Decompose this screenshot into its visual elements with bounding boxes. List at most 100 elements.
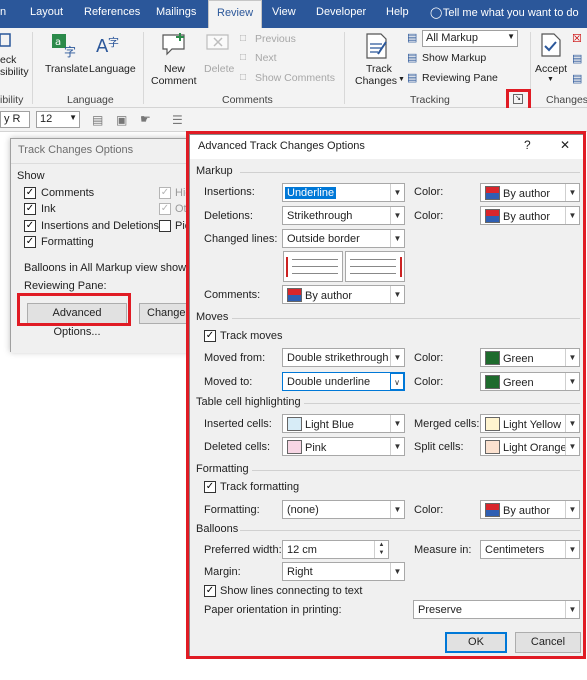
reviewing-pane-button[interactable]: Reviewing Pane (422, 72, 498, 84)
inserted-cells-dropdown[interactable]: Light Blue ▼ (282, 414, 405, 433)
other-checkbox[interactable]: ✓ (159, 203, 171, 215)
changed-lines-dropdown[interactable]: Outside border ▼ (282, 229, 405, 248)
help-button[interactable]: ? (524, 138, 531, 152)
changed-lines-preview-left (283, 251, 343, 282)
close-icon[interactable]: ✕ (560, 138, 570, 152)
chevron-down-icon: ▼ (565, 207, 579, 224)
comments-color-label: Comments: (204, 289, 261, 301)
preferred-width-spinner[interactable]: 12 cm ▲ ▼ (282, 540, 389, 559)
show-markup-button[interactable]: Show Markup (422, 52, 486, 64)
chevron-down-icon: ▼ (565, 184, 579, 201)
formatting-label: Formatting: (204, 504, 260, 516)
spinner-arrows-icon[interactable]: ▲ ▼ (374, 541, 388, 558)
previous-comment-icon: □ (240, 33, 247, 44)
next-button[interactable]: Next (255, 52, 277, 64)
chevron-down-icon: ▼ (390, 501, 404, 518)
tab-view[interactable]: View (272, 6, 296, 18)
new-comment-line1[interactable]: New (164, 63, 185, 75)
previous-change-icon[interactable]: ▤ (572, 52, 582, 65)
track-formatting-checkbox[interactable]: ✓ (204, 481, 216, 493)
split-cells-dropdown[interactable]: Light Orange ▼ (480, 437, 580, 456)
font-name-dropdown[interactable]: y R (0, 111, 30, 128)
check-label-cut[interactable]: eck (0, 54, 16, 66)
deletions-color-dropdown[interactable]: By author ▼ (480, 206, 580, 225)
clipboard-icon[interactable]: ▤ (92, 113, 103, 127)
new-comment-line2[interactable]: Comment (151, 75, 197, 87)
show-lines-label: Show lines connecting to text (220, 585, 363, 597)
accessibility-label-cut[interactable]: sibility (0, 66, 29, 78)
lightbulb-icon: ◯ (430, 7, 443, 19)
translate-button[interactable]: Translate (45, 63, 88, 75)
chevron-down-icon: ▼ (565, 541, 579, 558)
previous-button[interactable]: Previous (255, 33, 296, 45)
moved-to-dropdown[interactable]: Double underline ∨ (282, 372, 405, 391)
tab-mailings[interactable]: Mailings (156, 6, 196, 18)
ok-button[interactable]: OK (445, 632, 507, 653)
dialog-launcher-icon[interactable]: ↘ (513, 94, 523, 104)
deletions-dropdown[interactable]: Strikethrough ▼ (282, 206, 405, 225)
tab-references[interactable]: References (84, 6, 140, 18)
balloons-show-label: Balloons in All Markup view show: (24, 262, 190, 274)
reject-icon[interactable]: ☒ (572, 32, 582, 45)
show-lines-checkbox[interactable]: ✓ (204, 585, 216, 597)
margin-value: Right (287, 566, 313, 578)
formatting-dropdown[interactable]: (none) ▼ (282, 500, 405, 519)
chevron-down-icon: ▼ (547, 76, 554, 83)
comments-checkbox[interactable]: ✓ (24, 187, 36, 199)
pictures-checkbox[interactable] (159, 220, 171, 232)
delete-button[interactable]: Delete (204, 63, 234, 75)
tab-home-cut[interactable]: n (0, 6, 6, 18)
ink-check-label: Ink (41, 203, 56, 215)
deleted-cells-dropdown[interactable]: Pink ▼ (282, 437, 405, 456)
moved-from-color-dropdown[interactable]: Green ▼ (480, 348, 580, 367)
changes-group-label: Changes (546, 94, 587, 106)
chevron-down-icon: ▼ (565, 601, 579, 618)
insertions-dropdown[interactable]: Underline ▼ (282, 183, 405, 202)
changed-lines-label: Changed lines: (204, 233, 278, 245)
chevron-down-icon: ▼ (565, 501, 579, 518)
moved-from-color-value: Green (503, 353, 534, 365)
pointer-icon[interactable]: ☛ (140, 112, 151, 126)
track-moves-checkbox[interactable]: ✓ (204, 330, 216, 342)
tell-me-search[interactable]: ◯ Tell me what you want to do (430, 6, 579, 19)
insertions-color-value: By author (503, 188, 551, 200)
by-author-swatch (485, 503, 500, 517)
formatting-checkbox[interactable]: ✓ (24, 236, 36, 248)
moved-from-dropdown[interactable]: Double strikethrough ▼ (282, 348, 405, 367)
comments-color-value: By author (305, 290, 353, 302)
inserted-cells-label: Inserted cells: (204, 418, 272, 430)
align-icon[interactable]: ☰ (172, 113, 183, 127)
advanced-options-button[interactable]: Advanced Options... (27, 303, 127, 338)
show-comments-button[interactable]: Show Comments (255, 72, 335, 84)
chevron-down-icon: ▼ (390, 349, 404, 366)
next-change-icon[interactable]: ▤ (572, 72, 582, 85)
reviewing-pane-icon: ▤ (407, 72, 418, 84)
tab-developer[interactable]: Developer (316, 6, 366, 18)
text-box-icon[interactable]: ▣ (116, 113, 127, 127)
highlight-checkbox[interactable]: ✓ (159, 187, 171, 199)
accept-button[interactable]: Accept (535, 63, 567, 75)
tracking-group-label: Tracking (410, 94, 450, 106)
comments-color-dropdown[interactable]: By author ▼ (282, 285, 405, 304)
section-divider (252, 470, 580, 471)
font-size-dropdown[interactable]: 12 ▼ (36, 111, 80, 128)
tab-review[interactable]: Review (208, 0, 263, 28)
display-for-review-dropdown[interactable]: All Markup ▼ (422, 30, 518, 47)
margin-dropdown[interactable]: Right ▼ (282, 562, 405, 581)
language-button[interactable]: Language (89, 63, 136, 75)
tab-layout[interactable]: Layout (30, 6, 63, 18)
measure-in-dropdown[interactable]: Centimeters ▼ (480, 540, 580, 559)
insertions-deletions-checkbox[interactable]: ✓ (24, 220, 36, 232)
merged-cells-dropdown[interactable]: Light Yellow ▼ (480, 414, 580, 433)
tab-help[interactable]: Help (386, 6, 409, 18)
formatting-color-dropdown[interactable]: By author ▼ (480, 500, 580, 519)
balloons-section-label: Balloons (196, 523, 239, 535)
cancel-button[interactable]: Cancel (515, 632, 581, 653)
ink-checkbox[interactable]: ✓ (24, 203, 36, 215)
track-changes-line1[interactable]: Track (366, 63, 392, 75)
light-orange-swatch (485, 440, 500, 454)
moved-to-color-dropdown[interactable]: Green ▼ (480, 372, 580, 391)
paper-orientation-dropdown[interactable]: Preserve ▼ (413, 600, 580, 619)
track-changes-line2[interactable]: Changes (355, 75, 397, 87)
insertions-color-dropdown[interactable]: By author ▼ (480, 183, 580, 202)
